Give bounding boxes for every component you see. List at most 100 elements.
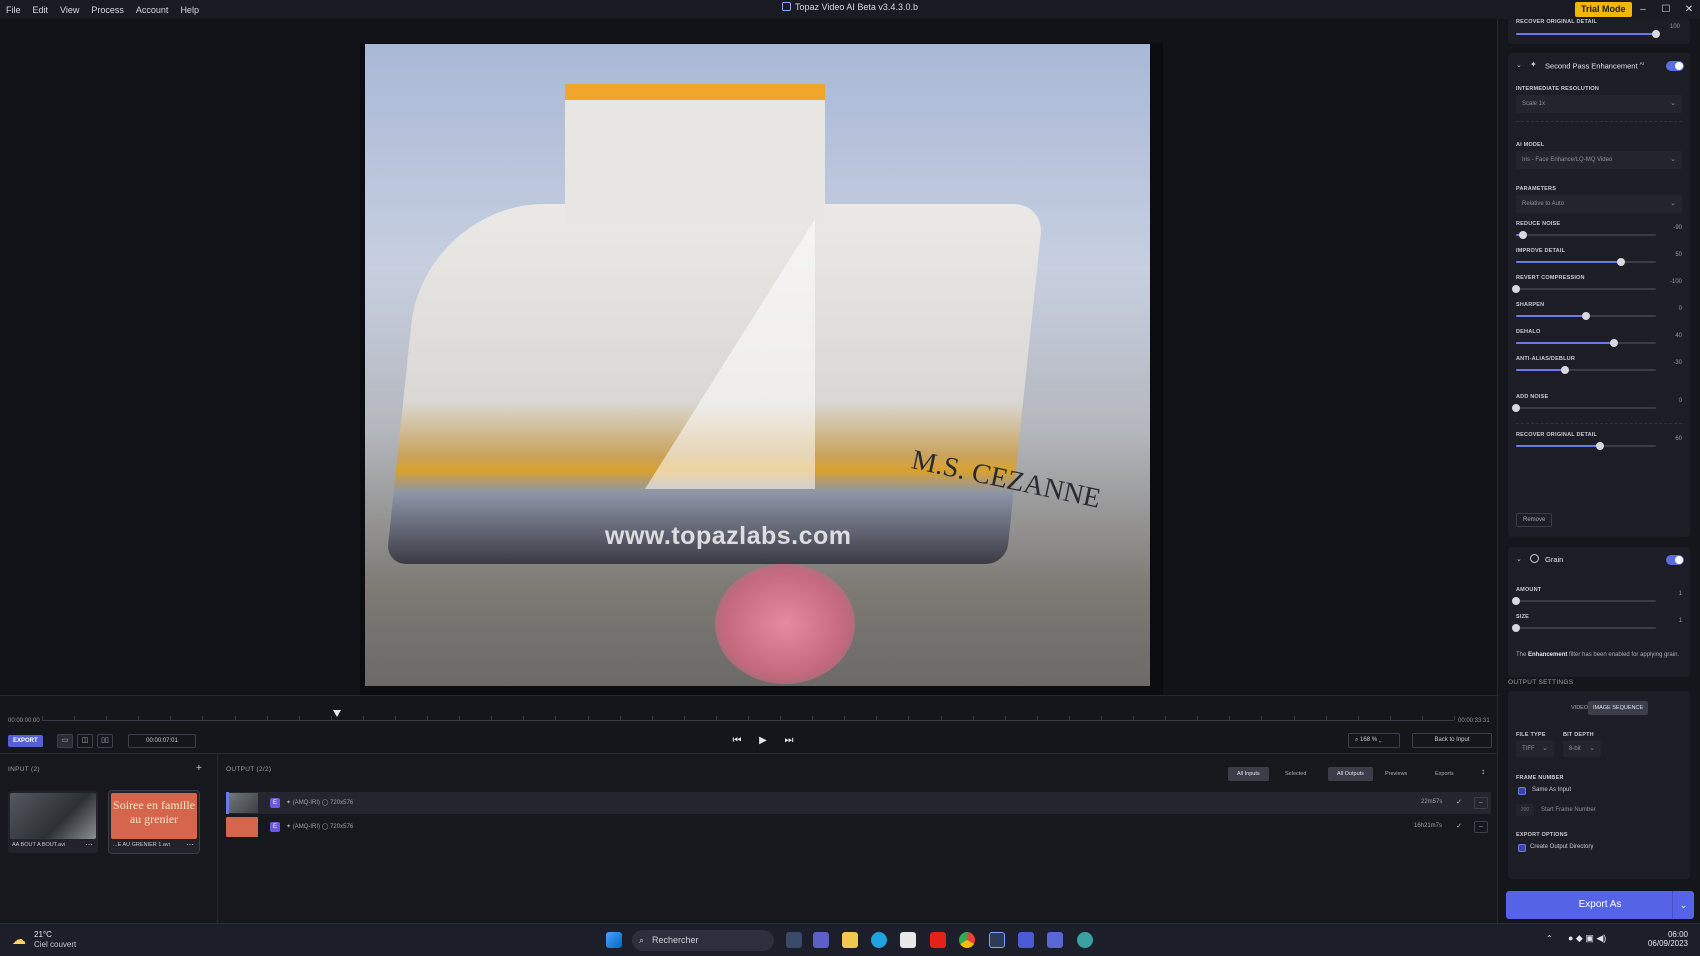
- output-row[interactable]: E ✦ (AMQ-IRI) ◯ 720x576 16h21m7s ✓ –: [226, 816, 1491, 838]
- weather-description[interactable]: Ciel couvert: [34, 940, 76, 949]
- slider-value[interactable]: -90: [1660, 222, 1682, 234]
- youtube-icon[interactable]: [930, 932, 946, 948]
- file-type-select[interactable]: TIFF ⌄: [1516, 741, 1554, 757]
- intermediate-select[interactable]: Scale 1x ⌄: [1516, 95, 1682, 113]
- globe-icon[interactable]: [1077, 932, 1093, 948]
- input-item[interactable]: Soiree en famille au grenier ...E AU GRE…: [108, 790, 200, 854]
- start-icon[interactable]: [606, 932, 622, 948]
- slider-knob[interactable]: [1610, 339, 1618, 347]
- zoom-select[interactable]: ⌕ 168 % ⌄: [1348, 733, 1400, 748]
- slider-value[interactable]: -30: [1660, 357, 1682, 369]
- tab-image-sequence[interactable]: IMAGE SEQUENCE: [1588, 701, 1649, 715]
- slider-track[interactable]: [1516, 258, 1656, 266]
- chevron-up-icon[interactable]: ⌃: [1546, 934, 1553, 943]
- remove-output-button[interactable]: –: [1474, 821, 1488, 833]
- video-app-icon[interactable]: [989, 932, 1005, 948]
- filter-previews[interactable]: Previews: [1376, 767, 1416, 781]
- timecode-field[interactable]: 00:00:07:01: [128, 734, 196, 748]
- trial-mode-badge[interactable]: Trial Mode: [1575, 2, 1632, 17]
- step-back-icon[interactable]: ⏮: [729, 733, 745, 749]
- slider-track[interactable]: [1512, 597, 1656, 605]
- filter-all-inputs[interactable]: All Inputs: [1228, 767, 1269, 781]
- more-icon[interactable]: ⋯: [186, 840, 194, 849]
- slider-track[interactable]: [1516, 339, 1656, 347]
- topaz-beta-icon[interactable]: [1047, 932, 1063, 948]
- timeline-track[interactable]: [42, 720, 1454, 721]
- same-as-input-checkbox[interactable]: [1518, 787, 1526, 795]
- close-icon[interactable]: ✕: [1678, 0, 1700, 19]
- slider-value[interactable]: 40: [1660, 330, 1682, 342]
- slider-knob[interactable]: [1512, 285, 1520, 293]
- slider-track[interactable]: [1516, 366, 1656, 374]
- file-explorer-icon[interactable]: [842, 932, 858, 948]
- slider-knob[interactable]: [1512, 404, 1520, 412]
- export-as-button[interactable]: Export As ⌄: [1506, 891, 1694, 919]
- weather-icon[interactable]: ☁: [12, 931, 26, 948]
- step-forward-icon[interactable]: ⏭: [781, 733, 797, 749]
- check-icon[interactable]: ✓: [1453, 821, 1465, 833]
- slider-value[interactable]: 50: [1660, 249, 1682, 261]
- slider-knob[interactable]: [1617, 258, 1625, 266]
- side-by-side-icon[interactable]: ▯▯: [97, 734, 113, 748]
- second-pass-toggle[interactable]: [1666, 61, 1684, 71]
- minimize-icon[interactable]: –: [1632, 0, 1654, 19]
- slider-track[interactable]: [1516, 442, 1656, 450]
- chevron-down-icon[interactable]: ⌄: [1516, 61, 1522, 69]
- remove-button[interactable]: Remove: [1516, 513, 1553, 527]
- slider-value[interactable]: -100: [1660, 276, 1682, 288]
- slider-track[interactable]: [1512, 624, 1656, 632]
- slider-knob[interactable]: [1561, 366, 1569, 374]
- slider-track[interactable]: [1516, 30, 1660, 38]
- slider-knob[interactable]: [1519, 231, 1527, 239]
- filter-selected[interactable]: Selected: [1276, 767, 1315, 781]
- topaz-icon[interactable]: [1018, 932, 1034, 948]
- tray-icons[interactable]: ● ◆ ▣ ◀): [1568, 933, 1606, 944]
- slider-knob[interactable]: [1512, 624, 1520, 632]
- slider-value[interactable]: 60: [1660, 433, 1682, 445]
- slider-value[interactable]: 0: [1660, 303, 1682, 315]
- weather-temperature[interactable]: 21°C: [34, 930, 52, 939]
- slider-value[interactable]: 1: [1660, 588, 1682, 600]
- maximize-icon[interactable]: ☐: [1655, 0, 1677, 19]
- sort-icon[interactable]: ↕: [1481, 767, 1485, 776]
- slider-track[interactable]: [1516, 312, 1656, 320]
- chevron-down-icon[interactable]: ⌄: [1516, 555, 1522, 563]
- slider-knob[interactable]: [1582, 312, 1590, 320]
- bit-depth-select[interactable]: 8-bit ⌄: [1563, 741, 1601, 757]
- split-view-icon[interactable]: ◫: [77, 734, 93, 748]
- grain-toggle[interactable]: [1666, 555, 1684, 565]
- slider-value[interactable]: 1: [1660, 615, 1682, 627]
- slider-knob[interactable]: [1596, 442, 1604, 450]
- edge-icon[interactable]: [871, 932, 887, 948]
- slider-knob[interactable]: [1512, 597, 1520, 605]
- clock[interactable]: 06:00 06/09/2023: [1628, 930, 1688, 948]
- slider-track[interactable]: [1512, 285, 1656, 293]
- search-input[interactable]: ⌕ Rechercher: [632, 930, 774, 951]
- task-view-icon[interactable]: [786, 932, 802, 948]
- more-icon[interactable]: ⋯: [85, 840, 93, 849]
- remove-output-button[interactable]: –: [1474, 797, 1488, 809]
- filter-all-outputs[interactable]: All Outputs: [1328, 767, 1373, 781]
- slider-value[interactable]: 0: [1660, 395, 1682, 407]
- create-directory-checkbox[interactable]: [1518, 844, 1526, 852]
- slider-value[interactable]: 100: [1658, 21, 1680, 33]
- ai-model-select[interactable]: Iris - Face Enhance/LQ-MQ Video ⌄: [1516, 151, 1682, 169]
- slider-track[interactable]: [1512, 404, 1656, 412]
- start-frame-input[interactable]: 200: [1516, 804, 1534, 816]
- single-view-icon[interactable]: ▭: [57, 734, 73, 748]
- back-to-input-button[interactable]: Back to Input: [1412, 733, 1492, 748]
- chrome-icon[interactable]: [959, 932, 975, 948]
- chevron-down-icon[interactable]: ⌄: [1672, 891, 1694, 919]
- input-item[interactable]: AA BOUT A BOUT.avi ⋯: [8, 791, 98, 853]
- slider-track[interactable]: [1516, 231, 1656, 239]
- parameters-select[interactable]: Relative to Auto ⌄: [1516, 195, 1682, 213]
- playhead[interactable]: [333, 710, 342, 717]
- plus-icon[interactable]: +: [196, 763, 202, 774]
- export-button[interactable]: EXPORT: [8, 735, 43, 747]
- store-icon[interactable]: [900, 932, 916, 948]
- preview-image[interactable]: M.S. CEZANNE www.topazlabs.com: [365, 44, 1150, 686]
- chat-icon[interactable]: [813, 932, 829, 948]
- check-icon[interactable]: ✓: [1453, 797, 1465, 809]
- filter-exports[interactable]: Exports: [1426, 767, 1463, 781]
- output-row[interactable]: E ✦ (AMQ-IRI) ◯ 720x576 22m57s ✓ –: [226, 792, 1491, 814]
